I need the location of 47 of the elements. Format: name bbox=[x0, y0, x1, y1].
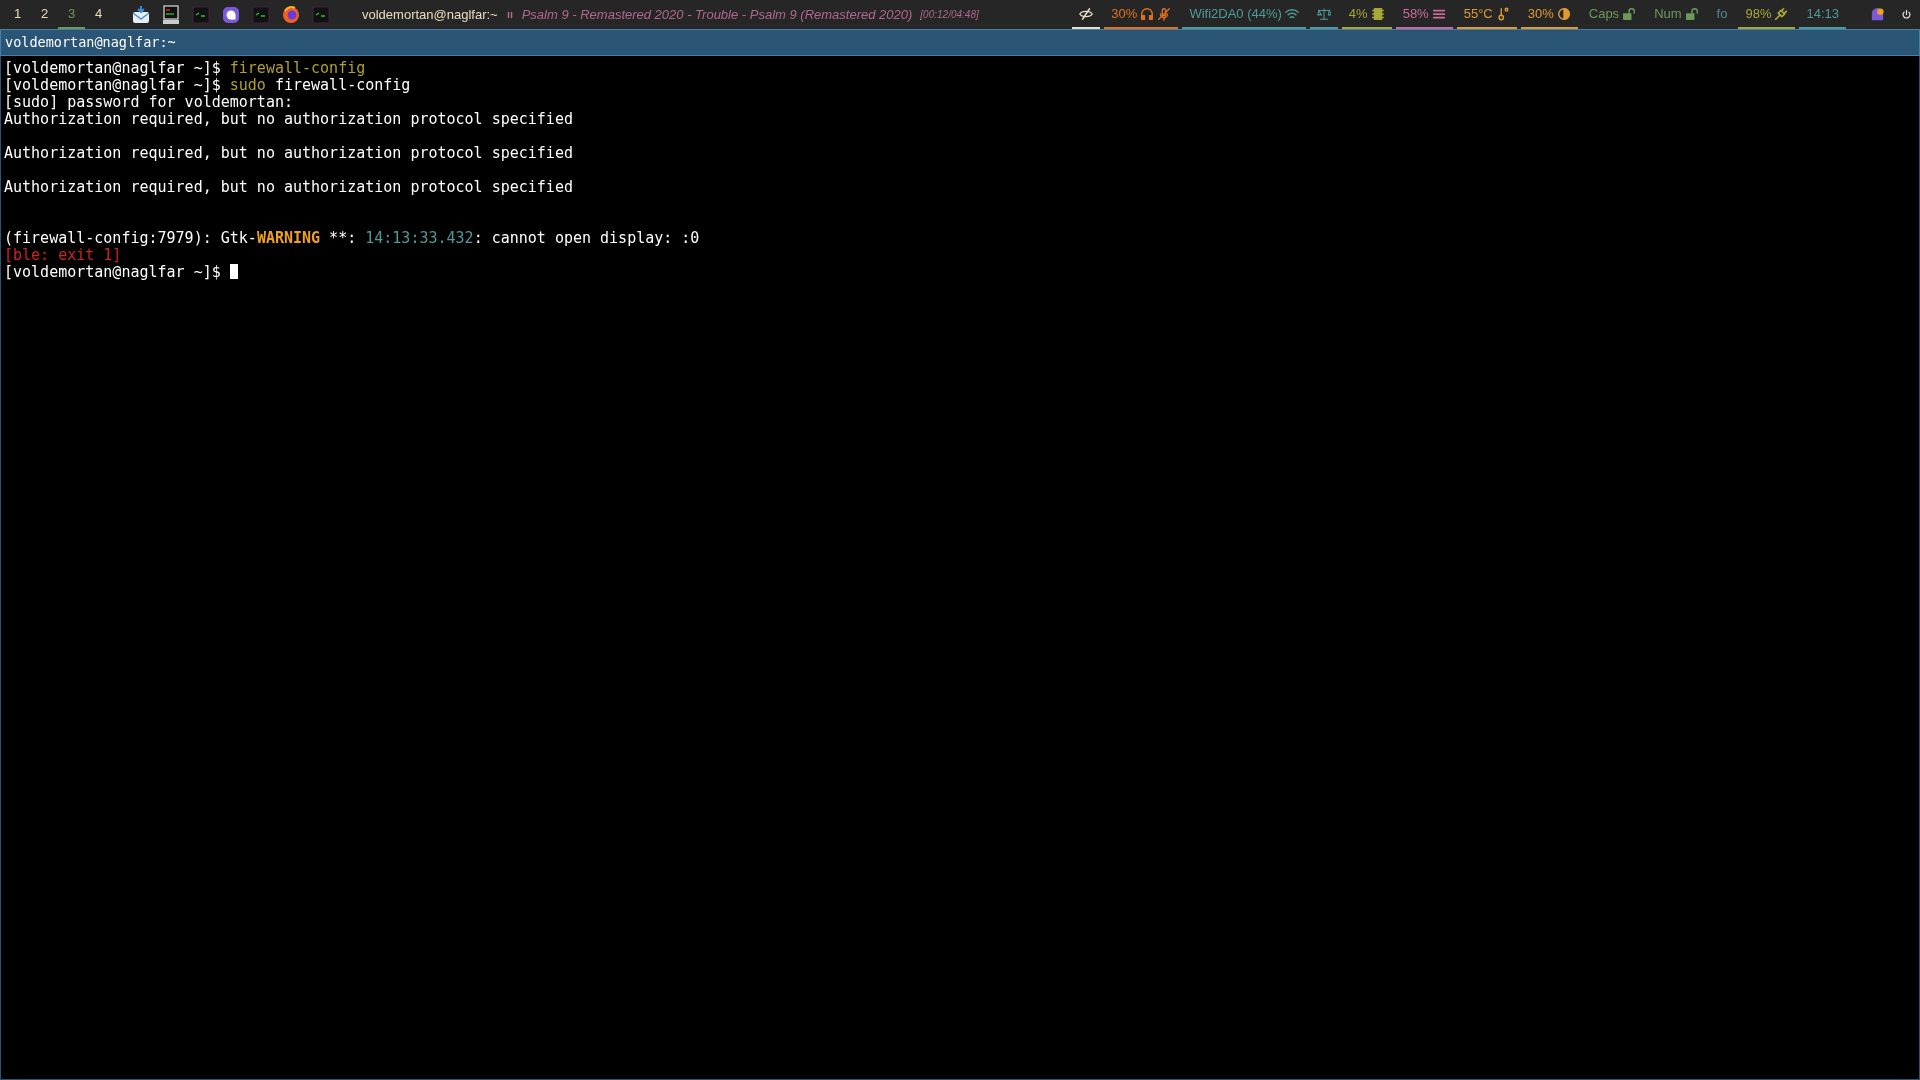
wifi-icon bbox=[1284, 6, 1299, 21]
terminal-line: Authorization required, but no authorization protocol specified bbox=[4, 144, 573, 162]
terminal-line: [ble: exit 1] bbox=[4, 246, 122, 264]
status-text: 98% bbox=[1745, 4, 1772, 23]
unlocked-padlock-icon bbox=[1684, 6, 1699, 21]
power-icon[interactable] bbox=[1901, 9, 1912, 20]
track-title: Psalm 9 - Remastered 2020 - Trouble - Psalm 9 (Remastered 2020) bbox=[521, 5, 913, 24]
status-text: 58% bbox=[1402, 4, 1429, 23]
status-text: 14:13 bbox=[1806, 4, 1839, 23]
monitor-icon[interactable] bbox=[160, 3, 182, 26]
status-text: fo bbox=[1716, 4, 1728, 23]
terminal-icon[interactable] bbox=[190, 3, 212, 26]
chip-icon bbox=[1370, 6, 1385, 21]
workspace-tab[interactable]: 4 bbox=[85, 0, 112, 29]
text-cursor bbox=[229, 264, 238, 279]
terminal-line: [voldemortan@naglfar ~]$ firewall-config bbox=[4, 59, 366, 77]
terminal-icon[interactable] bbox=[310, 3, 332, 26]
globe-icon[interactable] bbox=[280, 3, 302, 26]
status-text: Wifi2DA0 (44%) bbox=[1189, 4, 1282, 23]
window-title: voldemortan@naglfar:~ bbox=[362, 5, 498, 24]
status-text: Num bbox=[1654, 4, 1682, 23]
status-text: 55°C bbox=[1463, 4, 1493, 23]
half-circle-icon bbox=[1556, 6, 1571, 21]
plug-icon bbox=[1774, 6, 1789, 21]
notification-badge-icon[interactable] bbox=[1870, 7, 1885, 22]
terminal-line: [voldemortan@naglfar ~]$ sudo firewall-config bbox=[4, 76, 411, 94]
thermometer-icon bbox=[1495, 6, 1510, 21]
track-time: [00:12/04:48] bbox=[920, 8, 979, 22]
microphone-off-icon bbox=[1157, 6, 1172, 21]
status-text: 30% bbox=[1111, 4, 1138, 23]
terminal-icon[interactable] bbox=[250, 3, 272, 26]
workspace-tab[interactable]: 2 bbox=[31, 0, 58, 29]
envelope-icon[interactable] bbox=[130, 3, 152, 26]
terminal-line: (firewall-config:7979): Gtk-WARNING **: 14:13:33.432: cannot open display: :0 bbox=[4, 229, 700, 247]
unlocked-padlock-icon bbox=[1622, 6, 1637, 21]
terminal-line: [voldemortan@naglfar ~]$ bbox=[4, 263, 222, 281]
eye-slash-icon bbox=[1079, 6, 1094, 21]
terminal-line: [sudo] password for voldemortan: bbox=[4, 93, 293, 111]
status-text: Caps bbox=[1588, 4, 1620, 23]
scale-icon bbox=[1316, 6, 1331, 21]
workspace-tab[interactable]: 1 bbox=[4, 0, 31, 29]
terminal-line: Authorization required, but no authorization protocol specified bbox=[4, 178, 573, 196]
terminal-line: Authorization required, but no authorization protocol specified bbox=[4, 110, 573, 128]
headphones-icon bbox=[1140, 6, 1155, 21]
status-text: 30% bbox=[1527, 4, 1554, 23]
window-title: voldemortan@naglfar:~ bbox=[0, 29, 1920, 56]
status-text: 4% bbox=[1348, 4, 1368, 23]
